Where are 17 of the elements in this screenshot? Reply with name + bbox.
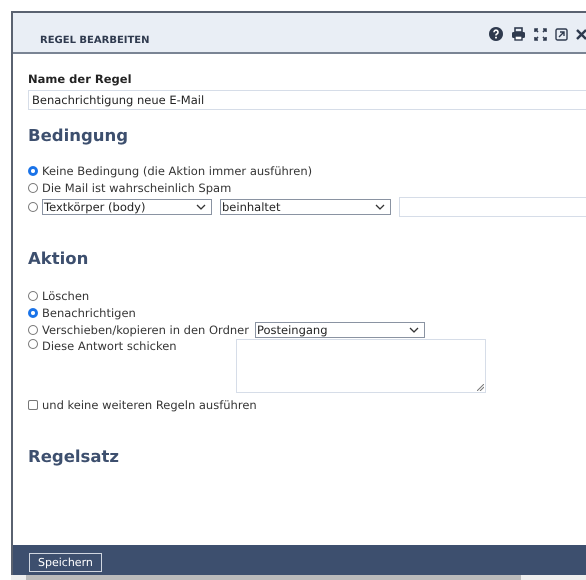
radio-label: Benachrichtigen bbox=[42, 306, 136, 320]
radio-label: Verschieben/kopieren in den Ordner bbox=[42, 323, 249, 337]
folder-dropdown[interactable]: Posteingang bbox=[254, 322, 425, 338]
field-dropdown[interactable]: Textkörper (body) bbox=[42, 199, 212, 215]
radio-label: Keine Bedingung (die Aktion immer ausführen) bbox=[42, 164, 312, 178]
checkbox-label: und keine weiteren Regeln ausführen bbox=[42, 398, 257, 412]
section-heading: Aktion bbox=[28, 249, 90, 268]
section-heading: Regelsatz bbox=[28, 447, 120, 466]
field-label: Name der Regel bbox=[28, 72, 133, 86]
save-button[interactable]: Speichern bbox=[29, 552, 102, 572]
window-title: REGEL BEARBEITEN bbox=[40, 35, 150, 46]
radio-label: Löschen bbox=[42, 289, 90, 303]
radio-label: Die Mail ist wahrscheinlich Spam bbox=[42, 181, 232, 195]
name-input-field[interactable]: Benachrichtigung neue E-Mail bbox=[28, 90, 586, 110]
section-heading: Bedingung bbox=[28, 126, 130, 145]
radio-label: Diese Antwort schicken bbox=[42, 339, 178, 353]
operator-dropdown[interactable]: beinhaltet bbox=[220, 199, 391, 215]
